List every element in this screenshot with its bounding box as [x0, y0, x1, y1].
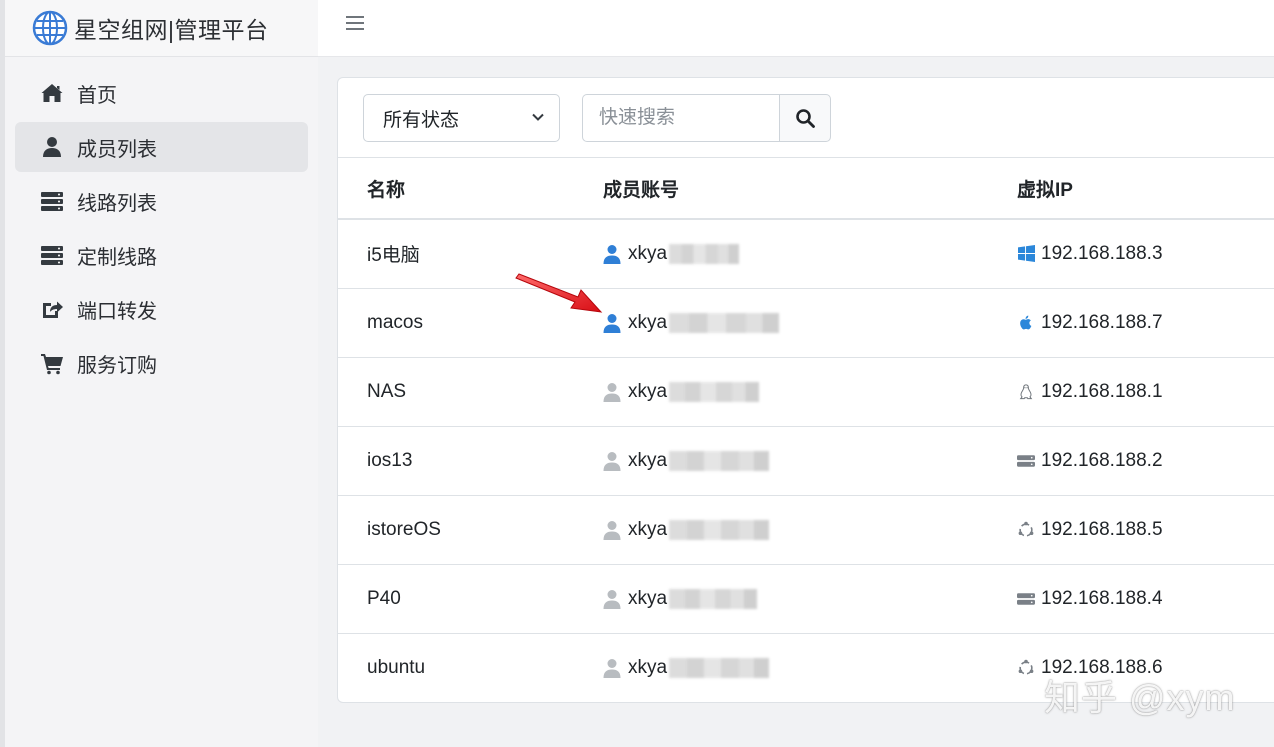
brand-title: 星空组网|管理平台 — [74, 17, 269, 43]
ubuntu-icon — [1017, 521, 1035, 539]
search-group — [582, 94, 831, 142]
brand[interactable]: 星空组网|管理平台 — [5, 0, 318, 57]
red-arrow-annotation — [515, 273, 603, 313]
column-header-name[interactable]: 名称 — [338, 158, 603, 220]
server-icon — [1017, 590, 1035, 608]
user-icon — [603, 658, 621, 678]
share-icon — [39, 296, 65, 322]
member-account: xkya — [628, 656, 668, 678]
watermark: 知乎 @xym — [1044, 677, 1236, 718]
virtual-ip-cell: 192.168.188.7 — [1017, 288, 1274, 358]
status-select[interactable]: 所有状态 — [363, 94, 560, 142]
column-header-ip[interactable]: 虚拟IP — [1017, 158, 1274, 220]
member-name: ios13 — [338, 426, 603, 496]
member-name: ubuntu — [367, 656, 426, 678]
search-input[interactable] — [582, 94, 779, 142]
virtual-ip-cell: 192.168.188.2 — [1017, 426, 1274, 496]
search-icon — [796, 109, 815, 128]
redacted-mosaic — [669, 381, 760, 402]
sidebar-item-home[interactable]: 首页 — [15, 68, 308, 118]
ubuntu-icon — [1017, 659, 1035, 677]
table-row[interactable]: ios13 xkya 192.168.188.2 — [338, 426, 1274, 496]
member-account-cell: xkya — [603, 564, 1017, 634]
member-account-cell: xkya — [603, 357, 1017, 427]
filter-bar: 所有状态 — [338, 78, 1274, 158]
table-header-row: 名称 成员账号 虚拟IP — [338, 158, 1274, 220]
user-icon — [603, 244, 621, 264]
table-row[interactable]: NAS xkya 192.168.188.1 — [338, 357, 1274, 427]
status-select-value: 所有状态 — [383, 109, 460, 131]
sidebar-item-label: 成员列表 — [77, 138, 157, 161]
virtual-ip-cell: 192.168.188.1 — [1017, 357, 1274, 427]
globe-icon — [32, 10, 68, 46]
chevron-down-icon — [532, 113, 544, 121]
virtual-ip: 192.168.188.7 — [1041, 311, 1163, 333]
table-row[interactable]: i5电脑 xkya 192.168.188.3 — [338, 219, 1274, 289]
sidebar-nav: 首页 成员列表 线路列表 定制线路 端口转发 服务订购 — [5, 57, 318, 388]
member-account: xkya — [628, 518, 668, 540]
sidebar-item-port-forward[interactable]: 端口转发 — [15, 284, 308, 334]
member-account: xkya — [628, 242, 668, 264]
table-row[interactable]: istoreOS xkya 192.168.188.5 — [338, 495, 1274, 565]
table-row[interactable]: P40 xkya 192.168.188.4 — [338, 564, 1274, 634]
hamburger-menu-icon[interactable] — [346, 12, 366, 34]
virtual-ip: 192.168.188.5 — [1041, 518, 1163, 540]
home-icon — [39, 80, 65, 106]
member-account-cell: xkya — [603, 288, 1017, 358]
member-name: NAS — [338, 357, 603, 427]
sidebar-item-custom-routes[interactable]: 定制线路 — [15, 230, 308, 280]
sidebar-item-label: 定制线路 — [77, 246, 157, 269]
user-icon — [603, 589, 621, 609]
user-icon — [603, 382, 621, 402]
server-icon — [39, 188, 65, 214]
sidebar-item-service-order[interactable]: 服务订购 — [15, 338, 308, 388]
topbar — [318, 0, 1274, 57]
sidebar-item-label: 服务订购 — [77, 354, 157, 377]
sidebar-item-label: 首页 — [77, 84, 117, 107]
member-account-cell: xkya — [603, 633, 1017, 702]
sidebar-item-label: 端口转发 — [77, 300, 157, 323]
user-icon — [603, 313, 621, 333]
member-account: xkya — [628, 587, 668, 609]
member-name: istoreOS — [338, 495, 603, 565]
apple-icon — [1017, 314, 1035, 332]
sidebar: 星空组网|管理平台 首页 成员列表 线路列表 定制线路 端口转发 服务订购 — [0, 0, 318, 747]
search-button[interactable] — [779, 94, 831, 142]
redacted-mosaic — [669, 519, 770, 540]
virtual-ip: 192.168.188.2 — [1041, 449, 1163, 471]
sidebar-item-members[interactable]: 成员列表 — [15, 122, 308, 172]
member-account-cell: xkya — [603, 219, 1017, 289]
redacted-mosaic — [669, 588, 758, 609]
redacted-mosaic — [669, 657, 770, 678]
table-row[interactable]: macos xkya 192.168.188.7 — [338, 288, 1274, 358]
member-account: xkya — [628, 380, 668, 402]
linux-icon — [1017, 383, 1035, 401]
server-icon — [39, 242, 65, 268]
user-icon — [39, 134, 65, 160]
server-icon — [1017, 452, 1035, 470]
member-account: xkya — [628, 449, 668, 471]
member-account: xkya — [628, 311, 668, 333]
redacted-mosaic — [669, 312, 780, 333]
virtual-ip-cell: 192.168.188.3 — [1017, 219, 1274, 289]
cart-icon — [39, 350, 65, 376]
members-table: 名称 成员账号 虚拟IP i5电脑 xkya 192.168.188.3 macos x… — [338, 158, 1274, 702]
virtual-ip: 192.168.188.1 — [1041, 380, 1163, 402]
user-icon — [603, 520, 621, 540]
members-card: 所有状态 名称 成员账号 虚拟IP i5电脑xkya192.168.188.3m… — [337, 77, 1274, 703]
virtual-ip: 192.168.188.3 — [1041, 242, 1163, 264]
redacted-mosaic — [669, 450, 770, 471]
virtual-ip-cell: 192.168.188.4 — [1017, 564, 1274, 634]
windows-icon — [1017, 245, 1035, 263]
member-account-cell: xkya — [603, 426, 1017, 496]
user-icon — [603, 451, 621, 471]
redacted-mosaic — [669, 243, 740, 264]
sidebar-item-label: 线路列表 — [77, 192, 157, 215]
column-header-account[interactable]: 成员账号 — [603, 158, 1017, 220]
virtual-ip-cell: 192.168.188.5 — [1017, 495, 1274, 565]
sidebar-item-routes[interactable]: 线路列表 — [15, 176, 308, 226]
member-account-cell: xkya — [603, 495, 1017, 565]
member-name: P40 — [338, 564, 603, 634]
virtual-ip: 192.168.188.4 — [1041, 587, 1163, 609]
